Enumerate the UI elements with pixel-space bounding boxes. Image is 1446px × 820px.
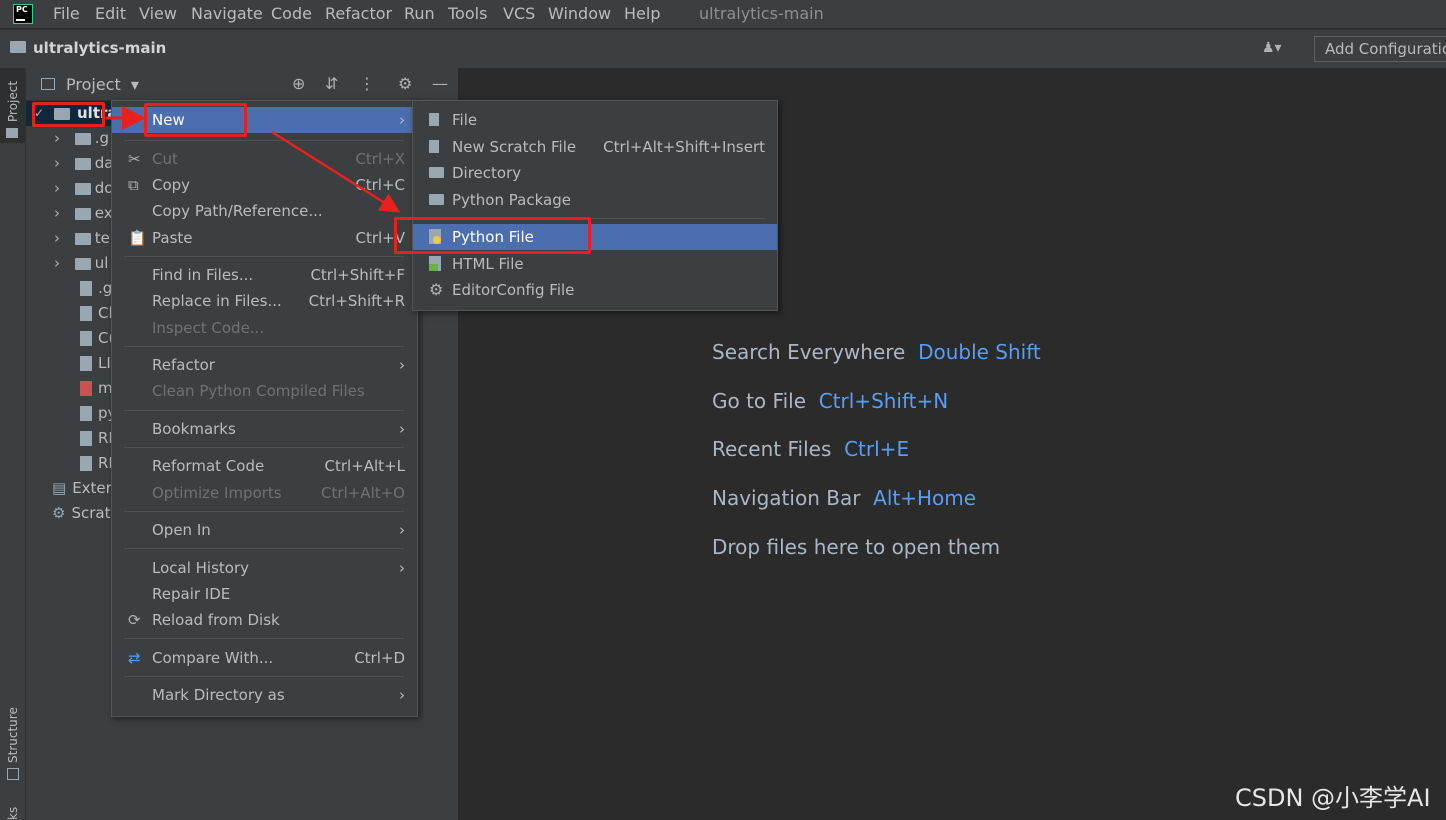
annotation-arrows <box>106 106 401 213</box>
watermark: CSDN @小李学AI <box>1235 784 1431 812</box>
arrow-to-python-file <box>271 130 401 213</box>
